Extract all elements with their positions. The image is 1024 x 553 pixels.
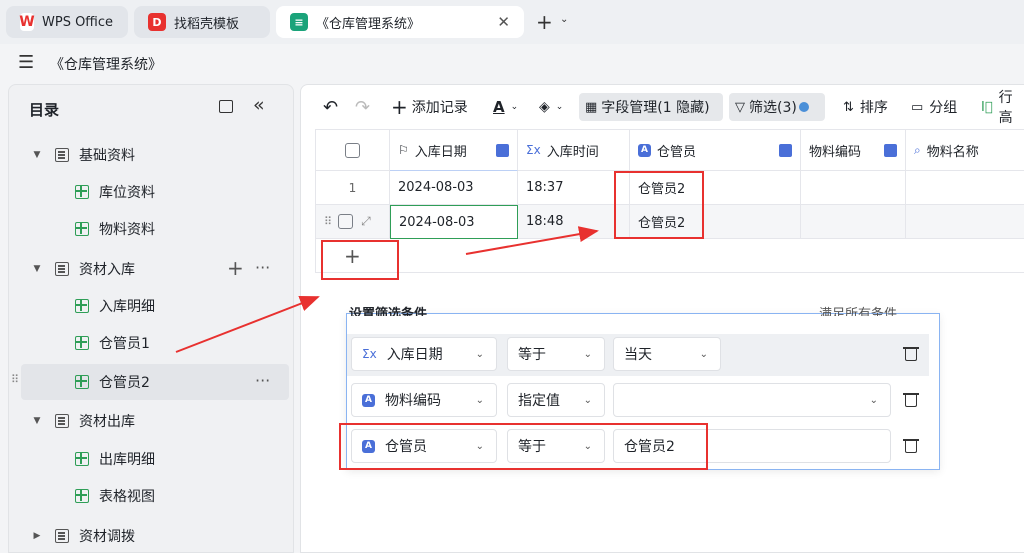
annotation-arrow	[175, 296, 320, 353]
annotation-arrows	[175, 226, 599, 353]
app-window: W WPS Office D 找稻壳模板 ≡ 《仓库管理系统》 ✕ + ⌄ ☰ …	[0, 0, 1024, 553]
annotation-arrow	[465, 226, 599, 255]
